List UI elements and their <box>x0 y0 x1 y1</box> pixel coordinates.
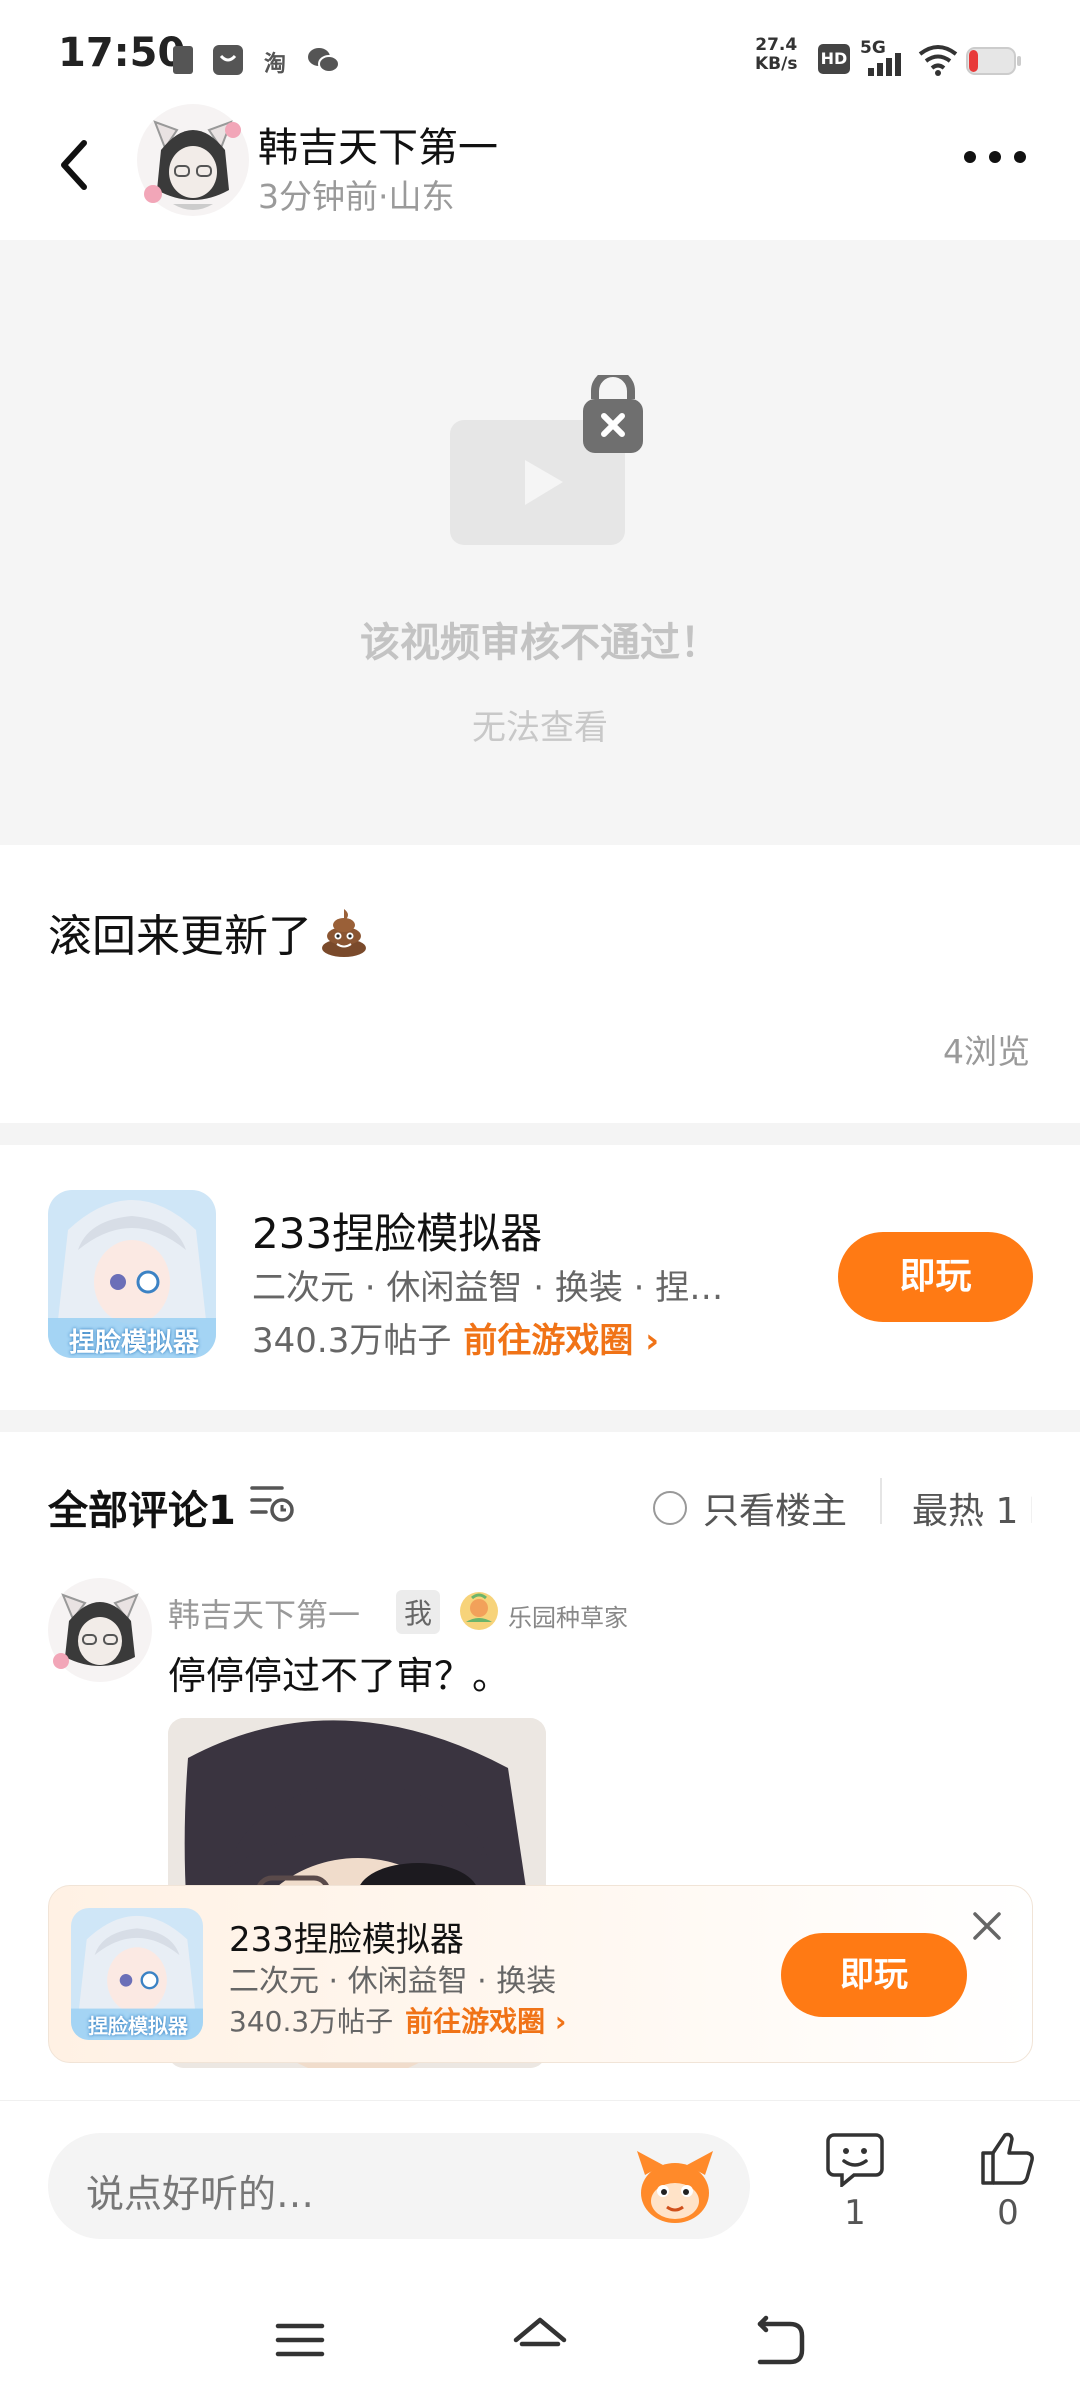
poop-emoji <box>322 909 366 957</box>
more-icon[interactable] <box>960 147 1030 167</box>
store-icon <box>213 45 243 75</box>
game-thumbnail[interactable]: 捏脸模拟器 <box>48 1190 216 1358</box>
comment-filter-icon[interactable] <box>248 1480 298 1524</box>
video-rejected-message: 该视频审核不通过！ <box>360 620 720 666</box>
like-count: 0 <box>997 2193 1019 2233</box>
game-name[interactable]: 233捏脸模拟器 <box>252 1200 542 1261</box>
thumbs-up-icon[interactable] <box>979 2129 1037 2187</box>
game-post-count: 340.3万帖子 前往游戏圈 › <box>252 1313 659 1362</box>
play-button[interactable]: 即玩 <box>838 1232 1033 1322</box>
post-meta: 3分钟前·山东 <box>258 177 455 216</box>
post-text-content: 滚回来更新了 <box>48 911 312 962</box>
back-icon[interactable] <box>50 135 100 195</box>
taobao-icon: 淘 <box>264 52 287 77</box>
comment-title-badge: 乐园种草家 <box>508 1604 628 1632</box>
ad-game-thumbnail[interactable]: 捏脸模拟器 <box>71 1908 203 2040</box>
ad-game-circle-link[interactable]: 前往游戏圈 › <box>405 2005 566 2038</box>
view-count: 4浏览 <box>943 1032 1030 1071</box>
hd-icon: HD <box>818 44 850 74</box>
mascot-emoji-icon[interactable] <box>633 2145 717 2229</box>
comment-author[interactable]: 韩吉天下第一 <box>168 1590 360 1636</box>
locked-video-icon <box>450 375 643 545</box>
signal-icon <box>868 53 901 76</box>
farm-badge-icon <box>460 1592 498 1630</box>
wechat-icon <box>308 48 340 73</box>
comment-input-placeholder: 说点好听的… <box>86 2172 315 2216</box>
comments-title: 全部评论1 <box>48 1488 236 1534</box>
post-header: 韩吉天下第一 3分钟前·山东 <box>0 95 1080 240</box>
header-separator <box>880 1478 882 1524</box>
status-time: 17:50 <box>58 30 186 76</box>
section-divider <box>0 1410 1080 1432</box>
comment-avatar[interactable] <box>45 1575 155 1685</box>
ad-thumb-caption: 捏脸模拟器 <box>88 2014 188 2038</box>
like-action[interactable]: 0 <box>963 2129 1053 2233</box>
ad-game-name[interactable]: 233捏脸模拟器 <box>229 1912 464 1961</box>
ad-post-count-value: 340.3万帖子 <box>229 2005 394 2038</box>
floating-game-ad[interactable]: 捏脸模拟器 233捏脸模拟器 二次元 · 休闲益智 · 换装 340.3万帖子前… <box>48 1885 1033 2063</box>
bottom-action-bar: 说点好听的… 1 0 <box>0 2100 1080 2280</box>
sim-icon <box>173 46 193 74</box>
video-sub-message: 无法查看 <box>472 708 608 748</box>
status-bar: 17:50 淘 27.4 KB/s HD 5G <box>0 0 1080 95</box>
comment-action[interactable]: 1 <box>810 2129 900 2233</box>
comment-icon[interactable] <box>826 2129 884 2189</box>
back-nav-icon[interactable] <box>750 2310 810 2370</box>
net-speed: 27.4 KB/s <box>755 35 798 74</box>
only-op-radio[interactable] <box>653 1491 687 1525</box>
me-badge: 我 <box>396 1590 441 1634</box>
ad-game-tags: 二次元 · 休闲益智 · 换装 <box>229 1964 557 1999</box>
comment-text: 停停停过不了审？。 <box>168 1654 511 1698</box>
section-divider <box>0 1123 1080 1145</box>
battery-icon <box>966 47 1021 75</box>
only-op-toggle[interactable]: 只看楼主 <box>653 1482 847 1534</box>
only-op-label: 只看楼主 <box>703 1491 848 1532</box>
ad-game-post-count: 340.3万帖子 前往游戏圈 › <box>229 2000 566 2040</box>
video-placeholder: 该视频审核不通过！ 无法查看 <box>0 240 1080 845</box>
author-avatar[interactable] <box>133 100 253 220</box>
game-tags: 二次元 · 休闲益智 · 换装 · 捏… <box>252 1268 724 1308</box>
game-thumb-caption: 捏脸模拟器 <box>68 1328 199 1358</box>
home-icon[interactable] <box>510 2310 570 2370</box>
ad-play-button[interactable]: 即玩 <box>781 1933 967 2017</box>
game-card[interactable]: 捏脸模拟器 233捏脸模拟器 二次元 · 休闲益智 · 换装 · 捏… 340.… <box>0 1145 1080 1405</box>
author-name[interactable]: 韩吉天下第一 <box>258 115 498 173</box>
comment-count: 1 <box>844 2193 866 2233</box>
game-circle-link[interactable]: 前往游戏圈 › <box>463 1321 659 1361</box>
menu-icon[interactable] <box>270 2310 330 2370</box>
comment-input[interactable]: 说点好听的… <box>48 2133 750 2239</box>
wifi-icon <box>918 45 958 76</box>
system-nav-bar <box>0 2280 1080 2400</box>
sort-selector[interactable]: 最热 1⇂ <box>912 1482 1032 1534</box>
close-icon[interactable] <box>969 1908 1005 1944</box>
post-text: 滚回来更新了 <box>48 900 370 964</box>
game-post-count-value: 340.3万帖子 <box>252 1321 452 1361</box>
